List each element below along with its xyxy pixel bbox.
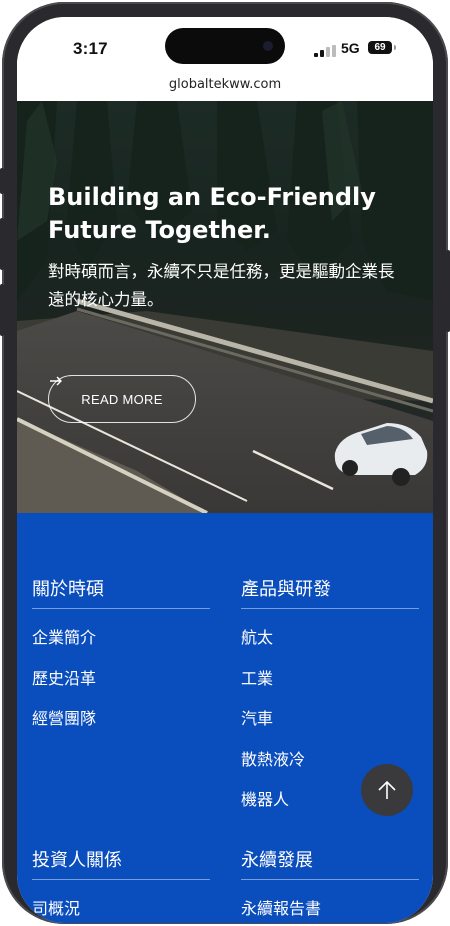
footer-link[interactable]: 歷史沿革 <box>32 670 210 711</box>
read-more-label: READ MORE <box>81 391 163 407</box>
hero-description: 對時碩而言，永續不只是任務，更是驅動企業長遠的核心力量。 <box>48 263 395 309</box>
status-time: 3:17 <box>73 39 108 58</box>
column-divider <box>32 879 210 880</box>
footer-link[interactable]: 永續報告書 <box>241 900 419 923</box>
signal-icon <box>314 45 336 57</box>
volume-down-button <box>0 284 4 336</box>
footer-link[interactable]: 司概況 <box>32 900 210 923</box>
footer-column-sustainability: 永續發展 永續報告書 <box>241 846 419 923</box>
footer-link[interactable]: 航太 <box>241 629 419 670</box>
footer-link[interactable]: 企業簡介 <box>32 629 210 670</box>
battery-tip <box>394 45 396 50</box>
power-button <box>446 250 450 332</box>
mute-switch <box>0 168 4 194</box>
screen: 3:17 5G 69 globaltekww.com Building an E… <box>17 17 433 923</box>
footer-column-about: 關於時碩 企業簡介 歷史沿革 經營團隊 <box>32 575 210 751</box>
read-more-button[interactable]: READ MORE <box>48 375 196 423</box>
arrow-up-icon <box>378 780 396 799</box>
back-to-top-button[interactable] <box>361 764 413 816</box>
footer-column-investors: 投資人關係 司概況 <box>32 846 210 923</box>
footer-link[interactable]: 工業 <box>241 670 419 711</box>
footer-column-title[interactable]: 永續發展 <box>241 846 419 879</box>
url-bar[interactable]: globaltekww.com <box>17 77 433 101</box>
volume-up-button <box>0 218 4 270</box>
column-divider <box>32 608 210 609</box>
network-type: 5G <box>341 40 360 56</box>
footer-link[interactable]: 經營團隊 <box>32 710 210 751</box>
footer-column-title[interactable]: 關於時碩 <box>32 575 210 608</box>
hero-title: Building an Eco-Friendly Future Together… <box>48 183 376 244</box>
footer-column-title[interactable]: 產品與研發 <box>241 575 419 608</box>
hero-banner: Building an Eco-Friendly Future Together… <box>17 101 433 513</box>
column-divider <box>241 608 419 609</box>
footer-column-title[interactable]: 投資人關係 <box>32 846 210 879</box>
arrow-right-icon <box>50 376 62 386</box>
dynamic-island <box>165 28 285 64</box>
status-bar: 3:17 5G 69 <box>17 17 433 77</box>
footer-link[interactable]: 汽車 <box>241 710 419 751</box>
footer-menu: 關於時碩 企業簡介 歷史沿革 經營團隊 產品與研發 航太 工業 汽車 散熱液冷 … <box>17 513 433 923</box>
column-divider <box>241 879 419 880</box>
battery-icon: 69 <box>368 41 392 54</box>
